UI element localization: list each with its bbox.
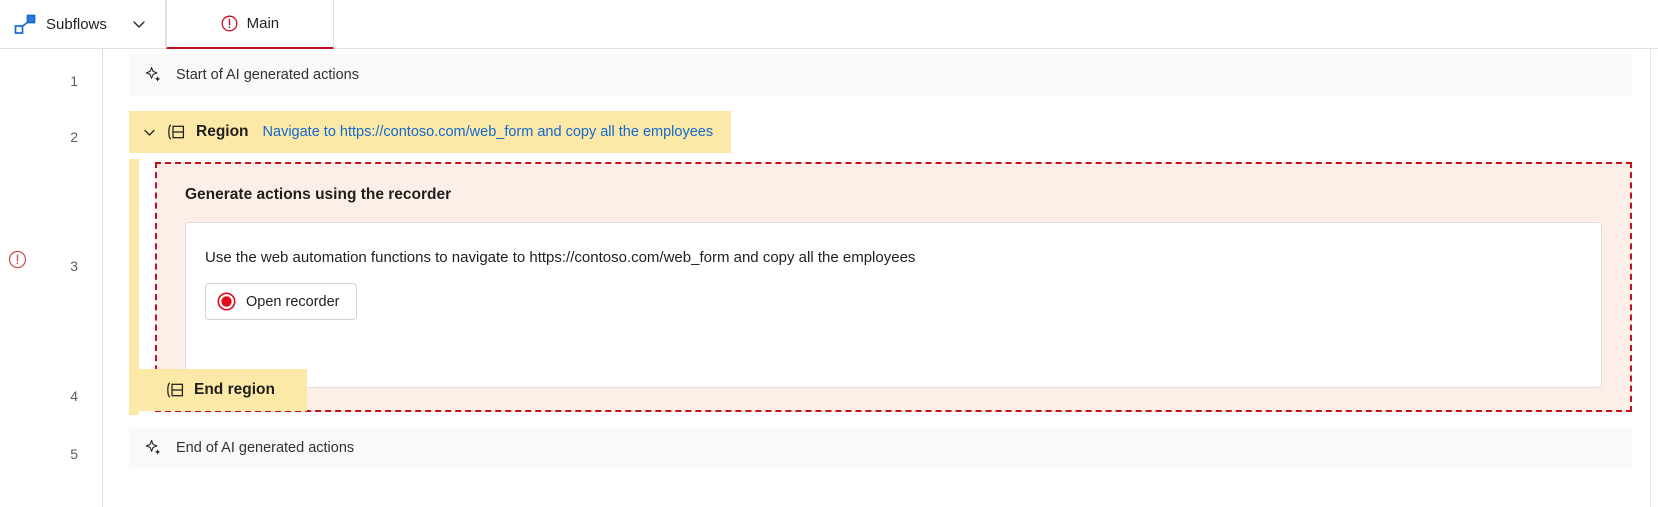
line-number-gutter: 1 2 3 4 5 bbox=[0, 49, 103, 507]
line-number-3: 3 bbox=[70, 258, 78, 274]
vertical-scrollbar[interactable] bbox=[1650, 49, 1658, 507]
ai-sparkle-icon bbox=[145, 439, 163, 457]
action-row-region-start[interactable]: Region Navigate to https://contoso.com/w… bbox=[129, 111, 732, 153]
open-recorder-label: Open recorder bbox=[246, 293, 340, 310]
tab-main-label: Main bbox=[246, 15, 280, 32]
flow-workspace: 1 2 3 4 5 Start of AI generated actions … bbox=[0, 49, 1658, 507]
error-marker[interactable] bbox=[8, 250, 27, 274]
editor-toolbar: Subflows Main bbox=[0, 0, 1658, 50]
region-icon bbox=[164, 381, 184, 399]
open-recorder-button[interactable]: Open recorder bbox=[205, 283, 357, 320]
recorder-instruction-card: Use the web automation functions to navi… bbox=[185, 222, 1602, 388]
action-row-region-end[interactable]: End region bbox=[129, 369, 307, 411]
actions-canvas: Start of AI generated actions Region Nav… bbox=[103, 49, 1658, 507]
error-circle-icon bbox=[8, 250, 27, 269]
subflows-icon bbox=[14, 14, 36, 34]
recorder-instruction-text: Use the web automation functions to navi… bbox=[205, 249, 916, 266]
region-icon bbox=[165, 123, 185, 141]
action-row-ai-start-label: Start of AI generated actions bbox=[176, 67, 359, 83]
subflows-label: Subflows bbox=[46, 15, 107, 33]
recorder-callout-title: Generate actions using the recorder bbox=[185, 186, 452, 203]
line-number-2: 2 bbox=[70, 129, 78, 145]
region-description: Navigate to https://contoso.com/web_form… bbox=[262, 124, 714, 140]
chevron-down-icon[interactable] bbox=[142, 125, 157, 140]
error-circle-icon bbox=[221, 15, 238, 32]
chevron-down-icon[interactable] bbox=[131, 16, 147, 32]
action-row-ai-start[interactable]: Start of AI generated actions bbox=[129, 54, 1632, 96]
action-row-ai-end-label: End of AI generated actions bbox=[176, 440, 355, 456]
subflows-button[interactable]: Subflows bbox=[0, 0, 166, 48]
recorder-callout: Generate actions using the recorder Use … bbox=[155, 162, 1632, 412]
tab-main[interactable]: Main bbox=[165, 0, 334, 50]
ai-sparkle-icon bbox=[145, 66, 163, 84]
line-number-4: 4 bbox=[70, 388, 78, 404]
record-circle-icon bbox=[217, 292, 236, 311]
action-row-ai-end[interactable]: End of AI generated actions bbox=[129, 427, 1632, 469]
line-number-5: 5 bbox=[70, 446, 78, 462]
region-label: Region bbox=[196, 123, 249, 140]
line-number-1: 1 bbox=[70, 73, 78, 89]
end-region-label: End region bbox=[194, 381, 275, 398]
